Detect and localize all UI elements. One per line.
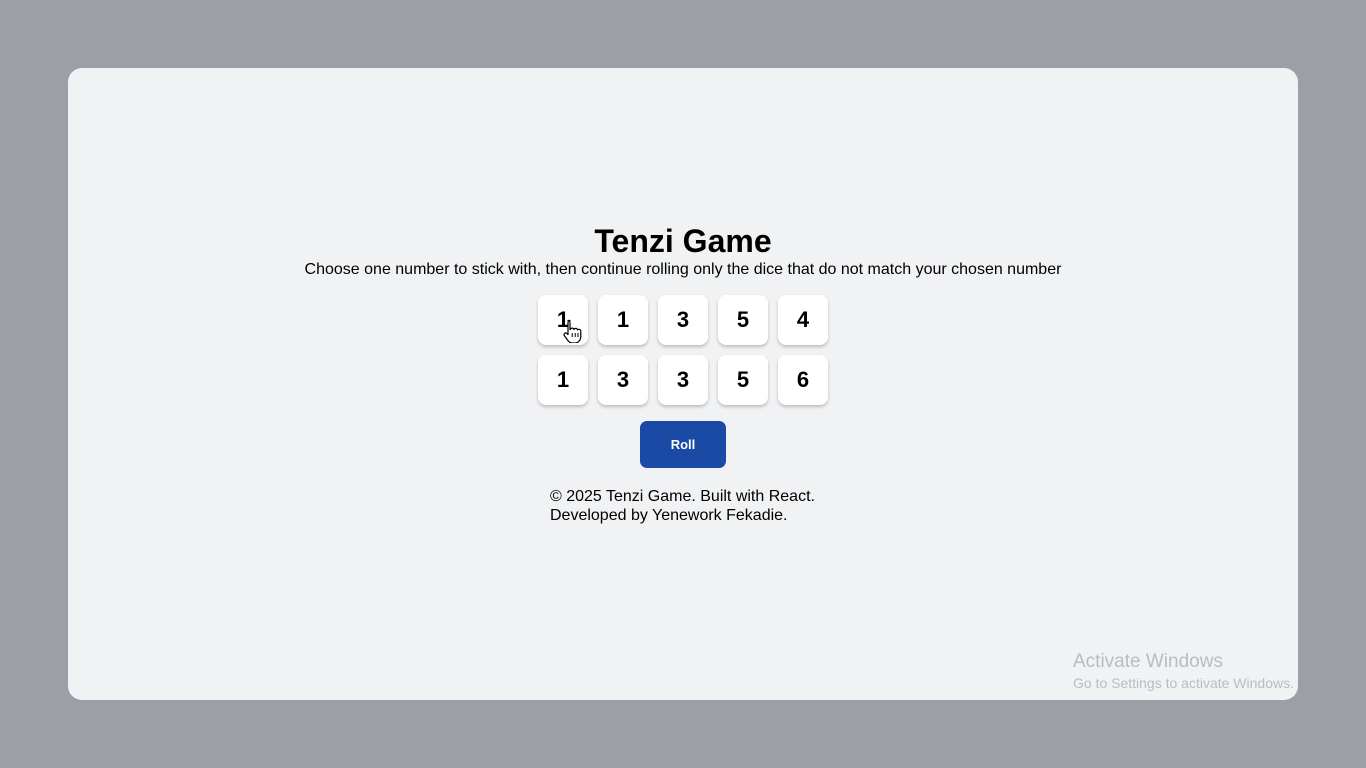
die-value: 5 xyxy=(736,307,750,332)
die-2[interactable]: 1 xyxy=(598,295,648,345)
die-1[interactable]: 1 xyxy=(538,295,588,345)
copyright-text: © 2025 Tenzi Game. Built with React. xyxy=(550,488,815,505)
die-8[interactable]: 3 xyxy=(658,355,708,405)
die-3[interactable]: 3 xyxy=(658,295,708,345)
developer-credit: Developed by Yenework Fekadie. xyxy=(550,507,788,524)
die-9[interactable]: 5 xyxy=(718,355,768,405)
watermark-subtitle: Go to Settings to activate Windows. xyxy=(1073,675,1294,691)
die-value: 1 xyxy=(556,307,570,332)
game-content: Tenzi Game Choose one number to stick wi… xyxy=(68,68,1298,700)
footer: © 2025 Tenzi Game. Built with React. Dev… xyxy=(550,487,815,525)
die-value: 1 xyxy=(556,367,570,392)
die-value: 3 xyxy=(616,367,630,392)
watermark-title: Activate Windows xyxy=(1073,651,1223,672)
die-6[interactable]: 1 xyxy=(538,355,588,405)
die-5[interactable]: 4 xyxy=(778,295,828,345)
die-value: 4 xyxy=(796,307,810,332)
die-value: 3 xyxy=(676,307,690,332)
die-7[interactable]: 3 xyxy=(598,355,648,405)
die-4[interactable]: 5 xyxy=(718,295,768,345)
die-value: 5 xyxy=(736,367,750,392)
dice-grid: 1 1 3 5 4 1 3 3 5 6 xyxy=(538,295,830,405)
windows-activation-watermark: Activate Windows Go to Settings to activ… xyxy=(1073,651,1294,692)
instructions-text: Choose one number to stick with, then co… xyxy=(304,261,1062,278)
roll-button[interactable]: Roll xyxy=(640,421,726,468)
game-card: Tenzi Game Choose one number to stick wi… xyxy=(68,68,1298,700)
die-value: 1 xyxy=(616,307,630,332)
die-value: 3 xyxy=(676,367,690,392)
page-title: Tenzi Game xyxy=(594,223,772,259)
die-10[interactable]: 6 xyxy=(778,355,828,405)
die-value: 6 xyxy=(796,367,810,392)
